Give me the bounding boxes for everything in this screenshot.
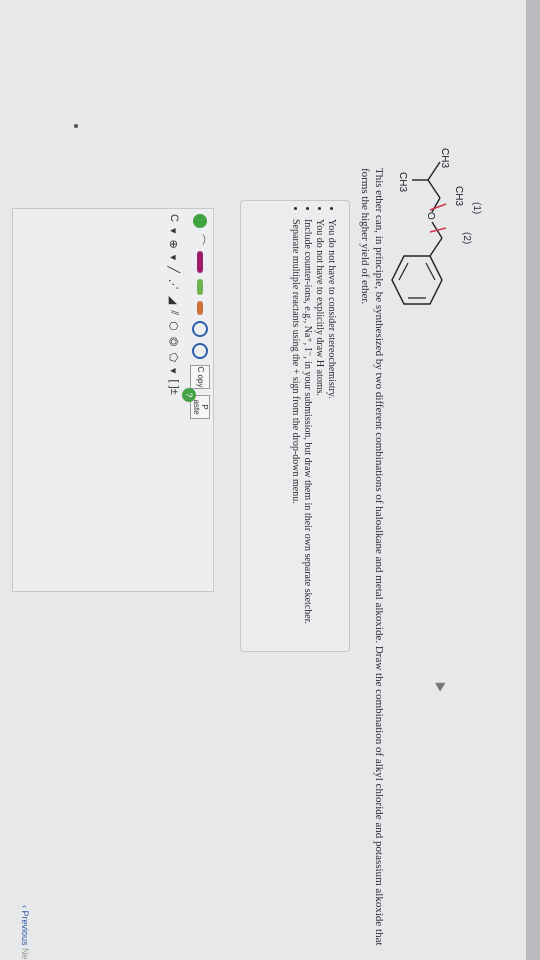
browser-edge (526, 0, 540, 960)
chevron-down-icon[interactable]: ▾ (168, 228, 181, 234)
next-link[interactable]: Ne (20, 948, 30, 960)
chevron-down-icon[interactable]: ▾ (168, 255, 181, 261)
bracket-button[interactable]: [ ]± (168, 380, 180, 395)
sketcher-toolbar: ⌒ C opy P aste C ▾ ⊕ ▾ ╱ ⋰ ◢ ⫽ ⬡ ⏣ ⬠ ▾ [… (164, 208, 224, 608)
lasso-tool-icon[interactable]: ⌒ (192, 234, 208, 245)
help-button[interactable]: ? (182, 388, 196, 402)
ch3-top-label: CH3 (453, 186, 464, 206)
zoom-out-icon[interactable] (192, 343, 208, 359)
chain-tool-icon[interactable] (197, 301, 203, 315)
toolbar-row-1: ⌒ C opy P aste (190, 214, 210, 419)
bond-line (425, 262, 436, 281)
cursor-dot (74, 124, 78, 128)
single-bond-icon[interactable]: ╱ (168, 266, 181, 273)
hints-box: You do not have to consider stereochemis… (240, 200, 350, 652)
oxygen-label: O (425, 212, 436, 220)
double-bond-icon[interactable]: ⫽ (168, 310, 181, 315)
hint-item: Separate multiple reactants using the + … (289, 219, 301, 651)
ether-structure: CH3 CH3 CH3 O (1) (2) (391, 148, 482, 305)
draw-tool-icon[interactable] (197, 251, 203, 273)
bond-cleavage-marker-1 (429, 203, 447, 211)
bond-line (398, 262, 409, 281)
element-dropdown[interactable]: C (168, 214, 180, 222)
ch3-left-label: CH3 (439, 148, 450, 168)
previous-label: Previous (20, 910, 30, 946)
previous-link[interactable]: ‹ Previous (20, 905, 30, 946)
wedge-bond-icon[interactable]: ◢ (168, 296, 181, 304)
eraser-tool-icon[interactable] (197, 279, 203, 295)
screen-rotated-content: CH3 CH3 CH3 O (1) (2) This ether can, in… (0, 0, 540, 960)
hint-item: Include counter-ions, e.g., Na⁺, I⁻, in … (301, 219, 313, 651)
hashed-bond-icon[interactable]: ⋰ (168, 279, 181, 290)
pentagon-ring-icon[interactable]: ⬠ (168, 352, 181, 362)
question-text: This ether can, in principle, be synthes… (359, 168, 385, 946)
hint-item: You do not have to consider stereochemis… (325, 219, 337, 651)
chevron-down-icon[interactable]: ▾ (168, 368, 181, 374)
charge-button[interactable]: ⊕ (168, 239, 181, 248)
benzene-ring-icon[interactable]: ⏣ (168, 337, 181, 347)
bond-line (429, 237, 443, 257)
ch3-bottom-label: CH3 (397, 172, 408, 192)
mouse-pointer-icon (435, 678, 448, 692)
hexagon-ring-icon[interactable]: ⬡ (168, 321, 181, 331)
zoom-in-icon[interactable] (192, 321, 208, 337)
bond-line (427, 179, 441, 199)
copy-button[interactable]: C opy (190, 365, 210, 389)
hint-item: You do not have to explicitly draw H ato… (313, 219, 325, 651)
bond-line (431, 197, 441, 213)
bond-label-1: (1) (471, 202, 482, 214)
toolbar-row-2: C ▾ ⊕ ▾ ╱ ⋰ ◢ ⫽ ⬡ ⏣ ⬠ ▾ [ ]± (164, 214, 184, 395)
select-tool-icon[interactable] (193, 214, 207, 228)
bond-label-2: (2) (461, 232, 472, 244)
